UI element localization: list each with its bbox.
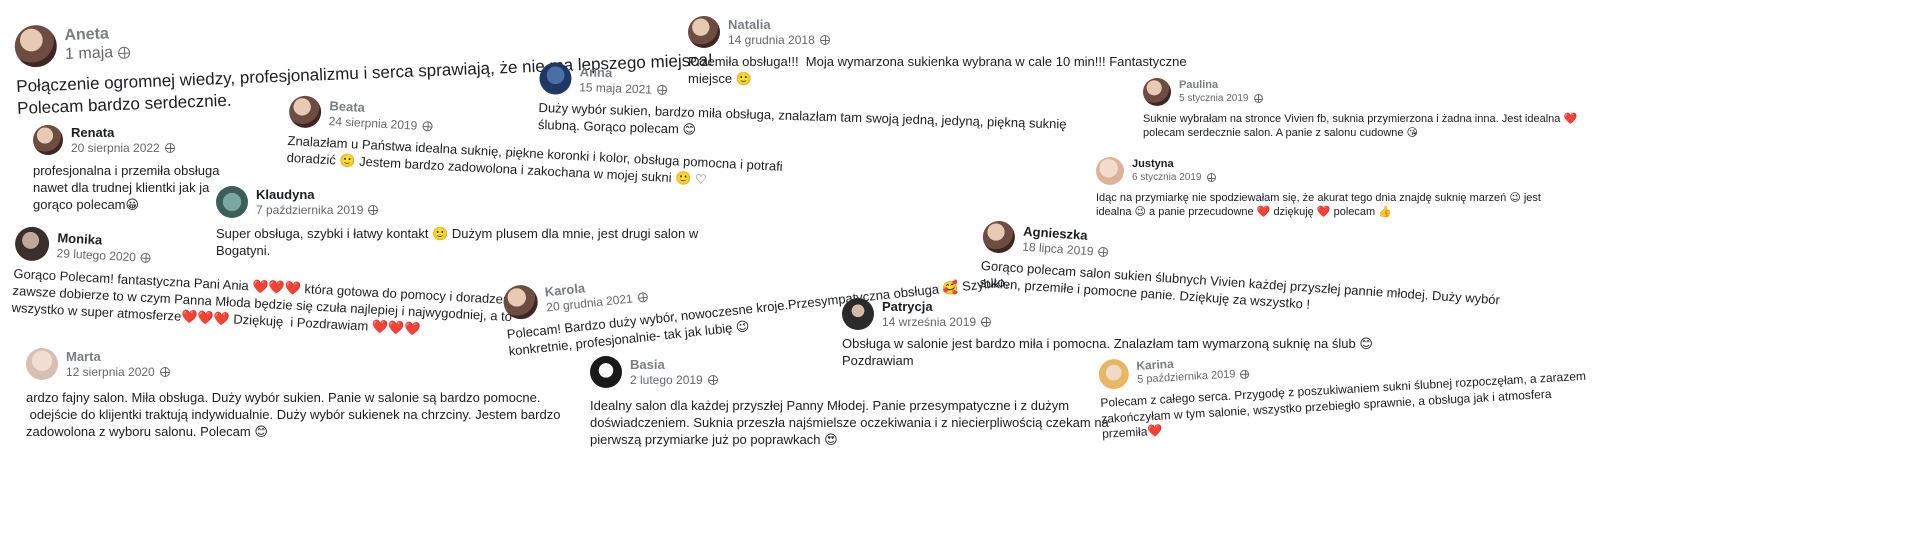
review-card-basia: Basia 2 lutego 2019 Idealny salon dla ka… (590, 356, 1109, 449)
avatar[interactable] (33, 125, 63, 155)
review-text: ardzo fajny salon. Miła obsługa. Duży wy… (26, 390, 561, 439)
avatar[interactable] (288, 95, 322, 129)
avatar[interactable] (1098, 358, 1130, 390)
avatar[interactable] (26, 348, 58, 380)
review-date[interactable]: 20 sierpnia 2022 (71, 141, 160, 155)
globe-icon (1206, 173, 1216, 183)
globe-icon (422, 120, 433, 132)
review-text: Przemiła obsługa!!! Moja wymarzona sukie… (688, 54, 1187, 86)
review-text: Suknie wybrałam na stronce Vivien fb, su… (1143, 113, 1578, 140)
avatar[interactable] (688, 16, 720, 48)
review-date[interactable]: 14 grudnia 2018 (728, 33, 815, 47)
review-card-justyna: Justyna 6 stycznia 2019 Idąc na przymiar… (1096, 157, 1541, 220)
reviewer-name[interactable]: Basia (630, 357, 718, 373)
globe-icon (164, 142, 175, 153)
review-text: Idealny salon dla każdej przyszłej Panny… (590, 398, 1109, 447)
review-date[interactable]: 2 lutego 2019 (630, 373, 703, 387)
avatar[interactable] (14, 24, 58, 68)
avatar[interactable] (502, 283, 540, 321)
reviewer-name[interactable]: Klaudyna (256, 187, 378, 203)
review-date[interactable]: 14 września 2019 (882, 315, 976, 329)
review-text: Idąc na przymiarkę nie spodziewałam się,… (1096, 192, 1541, 219)
avatar[interactable] (981, 220, 1016, 255)
review-card-renata: Renata 20 sierpnia 2022 profesjonalna i … (33, 125, 219, 214)
avatar[interactable] (216, 186, 248, 218)
review-date[interactable]: 15 maja 2021 (579, 80, 652, 97)
globe-icon (637, 291, 649, 303)
reviewer-name[interactable]: Justyna (1132, 158, 1216, 171)
review-date[interactable]: 5 stycznia 2019 (1179, 93, 1249, 105)
avatar[interactable] (1143, 78, 1171, 106)
globe-icon (159, 366, 170, 377)
reviewer-name[interactable]: Natalia (728, 17, 830, 33)
globe-icon (981, 316, 992, 327)
review-card-natalia: Natalia 14 grudnia 2018 Przemiła obsługa… (688, 16, 1187, 88)
avatar[interactable] (842, 298, 874, 330)
review-card-marta: Marta 12 sierpnia 2020 ardzo fajny salon… (26, 348, 560, 441)
reviewer-name[interactable]: Marta (66, 349, 170, 365)
review-text: profesjonalna i przemiła obsługa nawet d… (33, 163, 220, 212)
review-date[interactable]: 6 stycznia 2019 (1132, 172, 1202, 184)
avatar[interactable] (590, 356, 622, 388)
reviewer-name[interactable]: Renata (71, 125, 175, 141)
globe-icon (368, 204, 379, 215)
avatar[interactable] (538, 62, 572, 95)
review-date[interactable]: 12 sierpnia 2020 (66, 365, 155, 379)
globe-icon (1240, 369, 1250, 379)
avatar[interactable] (14, 226, 50, 262)
globe-icon (819, 34, 830, 45)
globe-icon (117, 46, 131, 59)
review-date[interactable]: 7 października 2019 (256, 203, 363, 217)
reviewer-name[interactable]: Paulina (1179, 79, 1263, 92)
review-card-paulina: Paulina 5 stycznia 2019 Suknie wybrałam … (1143, 78, 1577, 141)
reviewer-name[interactable]: Aneta (64, 23, 130, 45)
globe-icon (707, 374, 718, 385)
reviewer-name[interactable]: Patrycja (882, 299, 991, 315)
avatar[interactable] (1096, 157, 1124, 185)
review-date[interactable]: 29 lutego 2020 (56, 246, 136, 265)
globe-icon (656, 84, 668, 95)
globe-icon (140, 252, 152, 263)
globe-icon (1098, 246, 1109, 258)
globe-icon (1253, 94, 1263, 104)
review-date[interactable]: 1 maja (65, 43, 114, 64)
